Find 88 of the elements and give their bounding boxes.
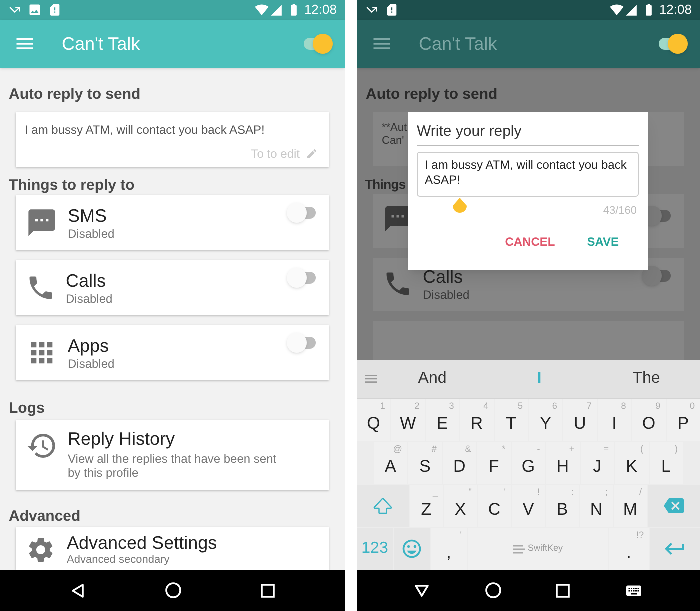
channel-card[interactable]: Apps Disabled	[16, 325, 329, 380]
keyboard-key[interactable]: 4 R	[460, 399, 494, 441]
app-title: Can't Talk	[62, 32, 140, 56]
reply-message: Can'	[382, 135, 404, 148]
keyboard-key[interactable]: 7 U	[563, 399, 597, 441]
channel-name: Apps	[68, 334, 110, 356]
dialog-button[interactable]: CANCEL	[505, 232, 556, 250]
wifi-icon	[255, 3, 270, 17]
cursor-handle-icon[interactable]	[452, 198, 468, 216]
recents-icon[interactable]	[261, 584, 276, 598]
recents-icon[interactable]	[556, 584, 570, 598]
backspace-icon	[664, 496, 684, 516]
keyboard-key[interactable]: ( K	[615, 442, 648, 484]
sim-card-icon	[385, 3, 399, 17]
character-counter: 43/160	[603, 204, 637, 219]
keyboard-key[interactable]: 0 P	[666, 399, 700, 441]
pencil-icon	[306, 148, 318, 160]
keyboard-key[interactable]: 9 O	[632, 399, 666, 441]
reply-field[interactable]: I am bussy ATM, will contact you back ASAP!	[417, 152, 639, 197]
channel-name: Calls	[66, 270, 108, 292]
section-heading: Auto reply to send	[366, 86, 499, 104]
settings-card[interactable]: Advanced Settings Advanced secondary	[16, 527, 329, 570]
channel-card[interactable]: Calls Disabled	[16, 260, 329, 315]
keyboard-key[interactable]: ! V	[512, 485, 545, 527]
channel-name: SMS	[68, 204, 108, 226]
backspace-key[interactable]	[648, 485, 700, 527]
keyboard-key[interactable]: 6 Y	[529, 399, 562, 441]
shift-key[interactable]	[357, 485, 409, 527]
wifi-icon	[610, 3, 624, 17]
enter-key[interactable]	[650, 528, 700, 570]
keyboard-key[interactable]: # S	[408, 442, 442, 484]
back-icon[interactable]	[70, 582, 86, 598]
channel-status: Disabled	[423, 288, 471, 302]
channel-card[interactable]: SMS Disabled	[16, 195, 329, 250]
signal-icon	[625, 4, 638, 16]
emoji-key[interactable]	[394, 528, 430, 570]
keyboard-key[interactable]: ' ,	[431, 528, 467, 570]
keyboard-key[interactable]: 1 Q	[357, 399, 390, 441]
keyboard-key[interactable]: / M	[614, 485, 647, 527]
card-title: Reply History	[68, 428, 176, 450]
back-icon[interactable]	[414, 582, 430, 598]
reply-message: I am bussy ATM, will contact you back ASAP!	[25, 122, 266, 139]
channel-status: Disabled	[68, 226, 116, 240]
section-heading: Auto reply to send	[9, 86, 142, 104]
keyboard-key[interactable]: * F	[477, 442, 511, 484]
section-heading: Advanced	[9, 508, 82, 526]
section-heading: Things	[365, 176, 406, 194]
channel-status: Disabled	[66, 292, 114, 306]
keyboard-key[interactable]: ' C	[478, 485, 511, 527]
suggestion[interactable]: And	[379, 367, 486, 391]
keyboard-key[interactable]: " X	[444, 485, 477, 527]
keyboard-key[interactable]: = J	[580, 442, 614, 484]
status-time: 12:08	[304, 1, 337, 20]
keyboard-key[interactable]: ) L	[650, 442, 683, 484]
smiley-icon	[401, 538, 423, 560]
card-title: Advanced Settings	[67, 533, 218, 554]
keyboard-key[interactable]: 5 T	[494, 399, 528, 441]
logo-icon	[512, 544, 525, 554]
suggestion[interactable]: The	[593, 367, 700, 391]
message-icon	[26, 206, 58, 238]
channel-name: Calls	[423, 266, 464, 288]
card-description: Advanced secondary	[67, 554, 171, 566]
section-heading: Things to reply to	[9, 177, 136, 195]
signal-icon	[270, 4, 284, 16]
keyboard-key[interactable]: + H	[546, 442, 580, 484]
keyboard-key[interactable]: 2 W	[391, 399, 425, 441]
sim-card-icon	[48, 3, 62, 17]
keyboard-key[interactable]: _ Z	[410, 485, 443, 527]
keyboard-key[interactable]: !? .	[609, 528, 649, 570]
keyboard-key[interactable]: - G	[512, 442, 546, 484]
keyboard-key[interactable]: ; N	[580, 485, 613, 527]
home-icon[interactable]	[484, 582, 502, 599]
reply-message: **Aut	[382, 122, 408, 135]
image-icon	[28, 3, 42, 17]
keyboard-key[interactable]: & D	[442, 442, 476, 484]
shift-icon	[373, 496, 393, 516]
keyboard-key[interactable]: 8 I	[598, 399, 632, 441]
section-heading: Logs	[9, 400, 46, 418]
card-description: View all the replies that have been sent by this profile	[68, 452, 278, 480]
keyboard-key[interactable]: : B	[546, 485, 579, 527]
keyboard-key[interactable]: @ A	[374, 442, 408, 484]
app-title: Can't Talk	[419, 32, 498, 56]
keyboard-key[interactable]: 3 E	[426, 399, 460, 441]
channel-status: Disabled	[68, 356, 116, 370]
home-icon[interactable]	[164, 582, 182, 599]
history-card[interactable]: Reply History View all the replies that have been sent by this profile	[16, 420, 329, 490]
dialog-title: Write your reply	[417, 122, 523, 142]
status-time: 12:08	[659, 1, 692, 20]
